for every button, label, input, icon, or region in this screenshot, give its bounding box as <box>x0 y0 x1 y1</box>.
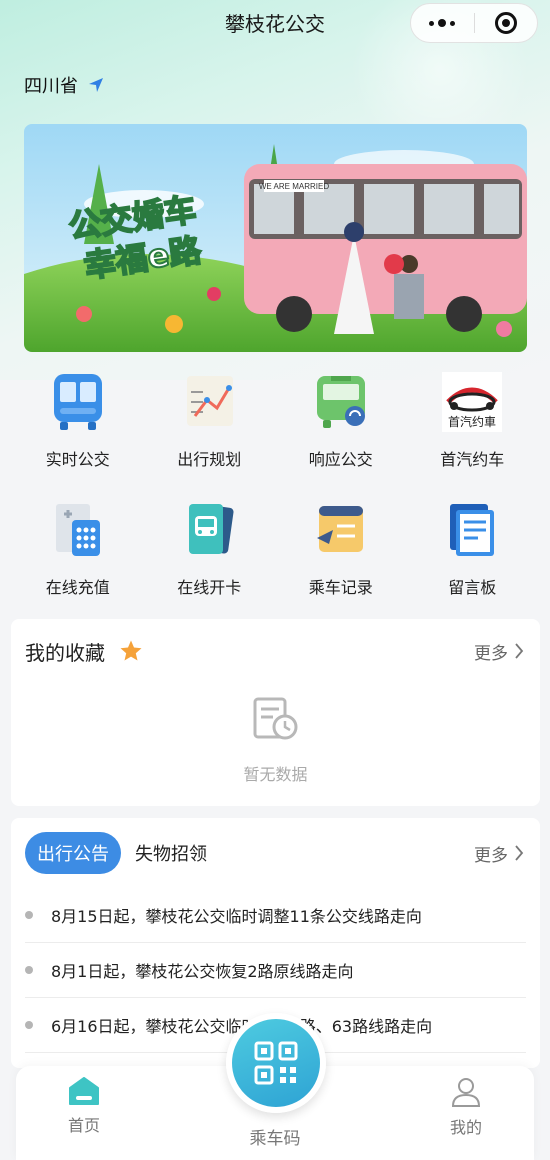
favorites-empty-state: 暂无数据 <box>11 697 540 785</box>
shouqi-logo-icon: 首汽约車 <box>442 372 503 432</box>
quick-message-board[interactable]: 留言板 <box>407 500 539 598</box>
favorites-more-link[interactable]: 更多 <box>474 639 524 664</box>
quick-trip-planning[interactable]: 出行规划 <box>144 372 276 470</box>
quick-open-card[interactable]: 在线开卡 <box>144 500 276 598</box>
location-label: 四川省 <box>24 76 78 97</box>
chevron-right-icon <box>515 845 524 861</box>
bus-card-icon <box>179 500 239 560</box>
location-selector[interactable]: 四川省 <box>24 72 104 98</box>
notices-more-link[interactable]: 更多 <box>474 841 524 866</box>
quick-realtime-bus[interactable]: 实时公交 <box>12 372 144 470</box>
user-icon <box>451 1078 481 1107</box>
quick-online-recharge[interactable]: 在线充值 <box>12 500 144 598</box>
bullet-dot-icon <box>25 911 33 919</box>
quick-actions: 实时公交 出行规划 响应公交 首汽约車 首汽约车 在线充值 在线开卡 乘车记录 … <box>12 372 538 598</box>
close-target-icon <box>494 12 517 34</box>
ride-qr-code-button[interactable] <box>226 1013 326 1113</box>
tab-travel-notices[interactable]: 出行公告 <box>25 832 121 874</box>
bullet-dot-icon <box>25 1021 33 1029</box>
notice-item[interactable]: 8月1日起，攀枝花公交恢复2路原线路走向 <box>25 943 526 998</box>
more-menu-button[interactable] <box>411 3 474 43</box>
quick-on-demand-bus[interactable]: 响应公交 <box>275 372 407 470</box>
ride-record-icon <box>311 500 371 560</box>
tab-lost-and-found[interactable]: 失物招领 <box>135 840 207 866</box>
chevron-right-icon <box>515 643 524 659</box>
tab-mine[interactable]: 我的 <box>438 1076 494 1138</box>
svg-text:首汽约車: 首汽约車 <box>448 414 496 429</box>
bullet-dot-icon <box>25 966 33 974</box>
favorites-title: 我的收藏 <box>25 640 105 665</box>
recharge-icon <box>48 500 108 560</box>
close-miniapp-button[interactable] <box>475 3 538 43</box>
on-demand-bus-icon <box>311 372 371 432</box>
qr-code-icon <box>254 1041 298 1085</box>
quick-ride-records[interactable]: 乘车记录 <box>275 500 407 598</box>
more-dots-icon <box>429 19 456 27</box>
empty-text: 暂无数据 <box>243 765 308 784</box>
promo-banner[interactable]: WE ARE MARRIED 公交婚车 幸福e路 <box>24 124 527 352</box>
miniapp-capsule <box>410 3 538 43</box>
bus-icon <box>48 372 108 432</box>
route-chart-icon <box>179 372 239 432</box>
home-icon <box>69 1077 99 1105</box>
svg-text:WE ARE MARRIED: WE ARE MARRIED <box>259 182 329 191</box>
favorites-card: 我的收藏 更多 暂无数据 <box>11 619 540 806</box>
notice-item[interactable]: 8月15日起，攀枝花公交临时调整11条公交线路走向 <box>25 888 526 943</box>
empty-record-icon <box>253 697 297 740</box>
message-board-icon <box>442 500 502 560</box>
quick-shouqi-car[interactable]: 首汽约車 首汽约车 <box>407 372 539 470</box>
location-arrow-icon <box>89 78 103 92</box>
star-icon <box>120 640 142 661</box>
banner-illustration: WE ARE MARRIED 公交婚车 幸福e路 <box>24 124 527 352</box>
